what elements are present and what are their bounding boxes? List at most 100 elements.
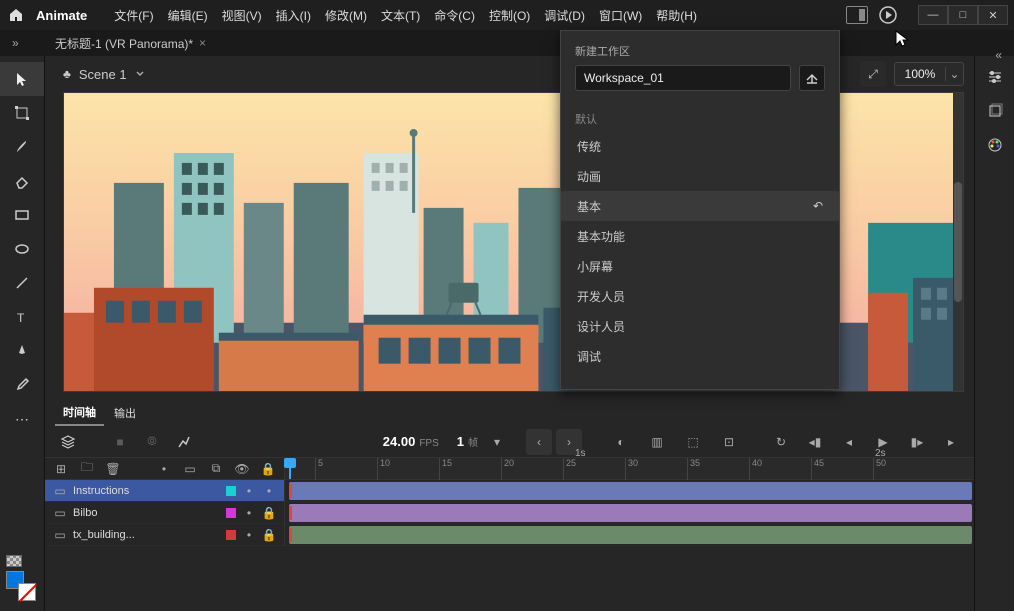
layer-row[interactable]: ▭Bilbo•🔒 [45,502,284,524]
camera-icon[interactable]: ■ [107,429,133,455]
frame-display[interactable]: 1帧 [457,434,478,449]
minimize-button[interactable]: — [918,5,948,25]
menu-编辑(E)[interactable]: 编辑(E) [161,0,215,30]
prev-scene-icon[interactable]: ‹ [526,429,552,455]
workspace-preset-item[interactable]: 基本功能 [561,221,839,251]
reset-icon[interactable]: ↶ [813,199,823,213]
no-stroke[interactable] [18,583,36,601]
document-tab[interactable]: 无标题-1 (VR Panorama)* × [45,30,216,56]
workspace-preset-item[interactable]: 动画 [561,161,839,191]
onion-skin-icon[interactable]: ◐ [608,429,634,455]
tab-output[interactable]: 输出 [106,401,144,425]
new-folder-icon[interactable]: 🗀 [79,458,95,479]
eyedropper-tool[interactable] [0,368,44,402]
tab-timeline[interactable]: 时间轴 [55,400,104,426]
new-layer-icon[interactable]: ⊞ [53,462,69,476]
timeline-clip[interactable] [289,526,972,544]
menu-视图(V)[interactable]: 视图(V) [215,0,269,30]
layer-lock[interactable]: 🔒 [262,528,276,542]
stage-scrollbar[interactable] [953,93,963,391]
highlight-icon[interactable]: • [156,462,172,476]
keyframe-icon[interactable] [289,506,292,520]
layer-row[interactable]: ▭tx_building...•🔒 [45,524,284,546]
timeline-ruler[interactable]: 51015202530354045501s2s [285,458,974,480]
visibility-icon[interactable]: 👁 [234,462,250,476]
timeline-track[interactable] [285,502,974,524]
workspace-preset-item[interactable]: 小屏幕 [561,251,839,281]
play-icon[interactable] [878,5,898,25]
workspace-preset-item[interactable]: 开发人员 [561,281,839,311]
expand-panel-icon[interactable]: » [12,36,19,50]
edit-multiple-icon[interactable]: ▥ [644,429,670,455]
free-transform-tool[interactable] [0,96,44,130]
eraser-tool[interactable] [0,164,44,198]
menu-帮助(H)[interactable]: 帮助(H) [649,0,704,30]
timeline-track[interactable] [285,524,974,546]
workspace-name-input[interactable] [575,65,791,91]
layer-dot[interactable]: • [242,506,256,520]
menu-命令(C)[interactable]: 命令(C) [427,0,482,30]
delete-layer-icon[interactable]: 🗑 [105,462,121,476]
more-tools[interactable]: ⋯ [0,402,44,436]
graph-icon[interactable]: ⦾ [139,429,165,455]
pen-tool[interactable] [0,334,44,368]
workspace-switcher-icon[interactable] [846,6,868,24]
stretch-view-icon[interactable]: ⤢ [860,61,886,87]
layer-color-swatch[interactable] [226,486,236,496]
line-tool[interactable] [0,266,44,300]
rectangle-tool[interactable] [0,198,44,232]
home-icon[interactable] [6,5,26,25]
workspace-preset-item[interactable]: 设计人员 [561,311,839,341]
library-icon[interactable] [975,96,1014,126]
fps-display[interactable]: 24.00FPS [383,434,439,449]
snap-icon[interactable]: ⊡ [716,429,742,455]
oval-tool[interactable] [0,232,44,266]
zoom-combo[interactable]: ⌄ [894,62,964,86]
menu-文本(T)[interactable]: 文本(T) [374,0,427,30]
link-icon[interactable]: ⧉ [208,461,224,476]
selection-tool[interactable] [0,62,44,96]
menu-控制(O)[interactable]: 控制(O) [482,0,537,30]
scene-selector[interactable]: ♣ Scene 1 [55,60,153,88]
close-tab-icon[interactable]: × [199,36,206,50]
next-frame-icon[interactable]: ▮▸ [904,429,930,455]
menu-修改(M)[interactable]: 修改(M) [318,0,374,30]
layer-dot[interactable]: • [242,528,256,542]
close-button[interactable]: ✕ [978,5,1008,25]
chart-icon[interactable] [171,429,197,455]
layer-lock[interactable]: 🔒 [262,506,276,520]
prev-frame-icon[interactable]: ◂ [836,429,862,455]
timeline-clip[interactable] [289,504,972,522]
loop-icon[interactable]: ↻ [768,429,794,455]
menu-调试(D)[interactable]: 调试(D) [537,0,592,30]
maximize-button[interactable]: □ [948,5,978,25]
outline-icon[interactable]: ▭ [182,462,198,476]
lock-icon[interactable]: 🔒 [260,462,276,476]
timeline-menu-icon[interactable]: ▾ [484,429,510,455]
menu-文件(F)[interactable]: 文件(F) [107,0,160,30]
last-frame-icon[interactable]: ▸ [938,429,964,455]
collapse-panel-icon[interactable]: « [995,48,1002,62]
keyframe-icon[interactable] [289,528,292,542]
keyframe-icon[interactable] [289,484,292,498]
zoom-dropdown-icon[interactable]: ⌄ [945,67,963,81]
brush-tool[interactable] [0,130,44,164]
layer-row[interactable]: ▭Instructions•• [45,480,284,502]
marker-icon[interactable]: ⬚ [680,429,706,455]
layer-lock[interactable]: • [262,484,276,498]
text-tool[interactable]: T [0,300,44,334]
color-swatches[interactable] [0,551,44,605]
playhead[interactable] [289,458,291,479]
layer-color-swatch[interactable] [226,508,236,518]
timeline-track[interactable] [285,480,974,502]
menu-插入(I)[interactable]: 插入(I) [269,0,318,30]
workspace-preset-item[interactable]: 基本↶ [561,191,839,221]
save-workspace-button[interactable] [799,65,825,91]
workspace-preset-item[interactable]: 调试 [561,341,839,371]
layer-color-swatch[interactable] [226,530,236,540]
stroke-swatch[interactable] [6,555,22,567]
timeline-clip[interactable] [289,482,972,500]
menu-窗口(W)[interactable]: 窗口(W) [592,0,649,30]
first-frame-icon[interactable]: ◂▮ [802,429,828,455]
layers-icon[interactable] [55,429,81,455]
